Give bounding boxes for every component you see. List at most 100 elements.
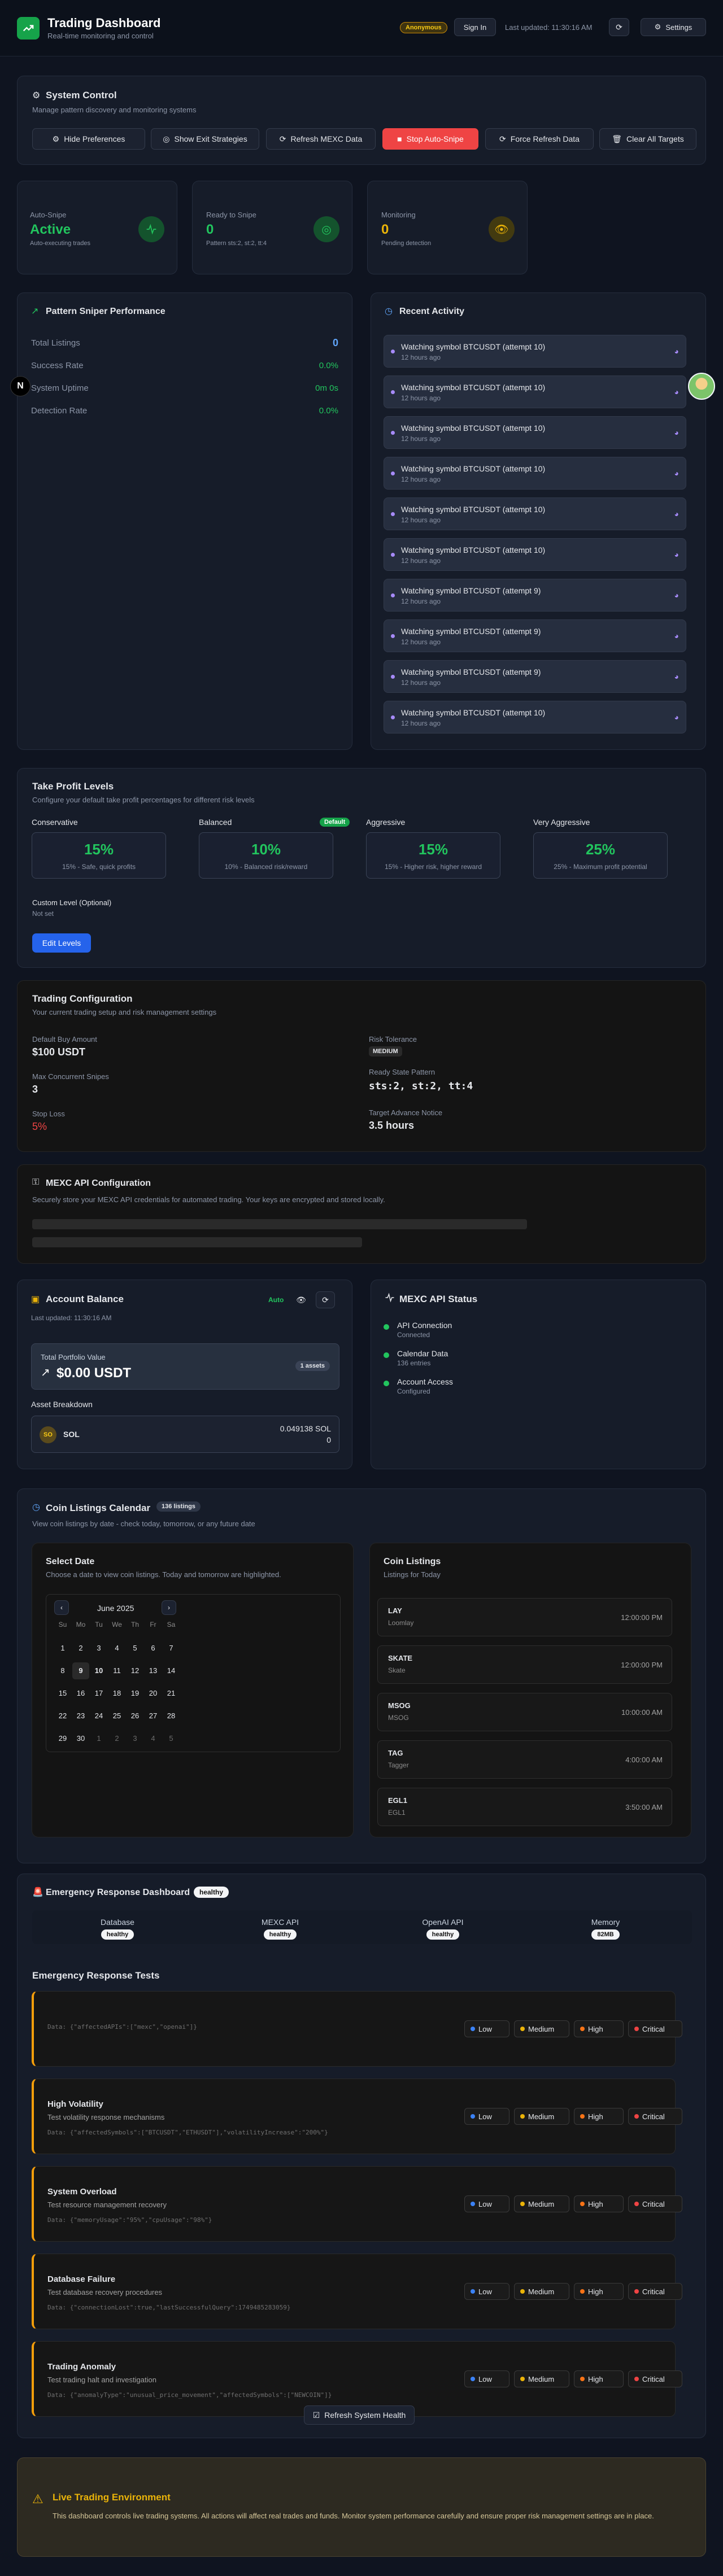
severity-high-button[interactable]: High	[574, 2370, 624, 2387]
severity-medium-button[interactable]: Medium	[514, 2370, 569, 2387]
calendar-day[interactable]: 28	[163, 1708, 180, 1724]
calendar-day[interactable]: 4	[108, 1640, 125, 1657]
calendar-day[interactable]: 23	[72, 1708, 89, 1724]
severity-low-button[interactable]: Low	[464, 2020, 509, 2037]
tp-level-balanced[interactable]: 10% 10% - Balanced risk/reward	[199, 832, 333, 879]
severity-dot	[634, 2377, 639, 2381]
coin-listing-item[interactable]: TAG Tagger 4:00:00 AM	[377, 1740, 672, 1779]
calendar-day[interactable]: 7	[163, 1640, 180, 1657]
calendar-day[interactable]: 5	[163, 1730, 180, 1747]
calendar-day[interactable]: 29	[54, 1730, 71, 1747]
test-data: Data: {"anomalyType":"unusual_price_move…	[47, 2391, 332, 2399]
severity-label: Low	[478, 2287, 492, 2296]
tp-level-aggressive[interactable]: 15% 15% - Higher risk, higher reward	[366, 832, 500, 879]
calendar-day[interactable]: 12	[127, 1662, 143, 1679]
avatar[interactable]	[688, 373, 715, 400]
severity-high-button[interactable]: High	[574, 2108, 624, 2125]
warning-text: This dashboard controls live trading sys…	[53, 2512, 654, 2520]
calendar-day[interactable]: 30	[72, 1730, 89, 1747]
calendar-day[interactable]: 6	[145, 1640, 162, 1657]
calendar-day[interactable]: 14	[163, 1662, 180, 1679]
asset-row-sol[interactable]: SO SOL 0.049138 SOL 0	[31, 1416, 339, 1453]
eye-toggle-button[interactable]: 👁	[292, 1291, 310, 1308]
settings-button[interactable]: ⚙ Settings	[641, 18, 706, 36]
stop-auto-snipe-button[interactable]: ■ Stop Auto-Snipe	[382, 128, 478, 150]
refresh-health-button[interactable]: ☑ Refresh System Health	[304, 2405, 415, 2425]
key-icon: ⚿	[32, 1177, 40, 1187]
calendar-day[interactable]: 20	[145, 1685, 162, 1702]
coin-listing-item[interactable]: MSOG MSOG 10:00:00 AM	[377, 1693, 672, 1731]
severity-critical-button[interactable]: Critical	[628, 2283, 682, 2300]
severity-dot	[520, 2377, 525, 2381]
show-exit-strategies-button[interactable]: ◎ Show Exit Strategies	[151, 128, 259, 150]
calendar-day[interactable]: 1	[54, 1640, 71, 1657]
calendar-day[interactable]: 17	[90, 1685, 107, 1702]
refresh-balance-button[interactable]: ⟳	[316, 1291, 335, 1308]
coin-listing-item[interactable]: EGL1 EGL1 3:50:00 AM	[377, 1788, 672, 1826]
calendar-day[interactable]: 16	[72, 1685, 89, 1702]
calendar-day[interactable]: 2	[72, 1640, 89, 1657]
severity-medium-button[interactable]: Medium	[514, 2195, 569, 2212]
listing-symbol: TAG	[388, 1749, 403, 1757]
clear-targets-button[interactable]: 🗑 Clear All Targets	[599, 128, 696, 150]
nextjs-dev-badge[interactable]: N	[10, 376, 31, 396]
calendar-day[interactable]: 24	[90, 1708, 107, 1724]
calendar-day[interactable]: 19	[127, 1685, 143, 1702]
edit-levels-button[interactable]: Edit Levels	[32, 933, 91, 953]
calendar-day[interactable]: 3	[90, 1640, 107, 1657]
coin-listing-item[interactable]: SKATE Skate 12:00:00 PM	[377, 1645, 672, 1684]
next-month-button[interactable]: ›	[162, 1600, 176, 1615]
prev-month-button[interactable]: ‹	[54, 1600, 69, 1615]
calendar-day[interactable]: 18	[108, 1685, 125, 1702]
severity-label: Low	[478, 2024, 492, 2033]
severity-dot	[520, 2289, 525, 2294]
calendar-day[interactable]: 25	[108, 1708, 125, 1724]
calendar-day[interactable]: 1	[90, 1730, 107, 1747]
signin-button[interactable]: Sign In	[454, 18, 496, 36]
calendar-day[interactable]: 22	[54, 1708, 71, 1724]
calendar-day[interactable]: 13	[145, 1662, 162, 1679]
severity-critical-button[interactable]: Critical	[628, 2370, 682, 2387]
severity-low-button[interactable]: Low	[464, 2283, 509, 2300]
coin-listing-item[interactable]: LAY Loomlay 12:00:00 PM	[377, 1598, 672, 1636]
severity-label: High	[588, 2199, 603, 2208]
tp-desc: 15% - Safe, quick profits	[62, 863, 136, 871]
bot-icon: ◕	[674, 469, 679, 478]
performance-card: ↗ Pattern Sniper Performance Total Listi…	[17, 292, 352, 750]
severity-critical-button[interactable]: Critical	[628, 2108, 682, 2125]
tp-level-conservative[interactable]: 15% 15% - Safe, quick profits	[32, 832, 166, 879]
calendar-day[interactable]: 5	[127, 1640, 143, 1657]
tp-level-very-aggressive[interactable]: 25% 25% - Maximum profit potential	[533, 832, 668, 879]
calendar-day[interactable]: 27	[145, 1708, 162, 1724]
test-title: System Overload	[47, 2187, 117, 2197]
refresh-button[interactable]: ⟳	[609, 18, 629, 36]
severity-medium-button[interactable]: Medium	[514, 2020, 569, 2037]
calendar-day[interactable]: 11	[108, 1662, 125, 1679]
calendar-day[interactable]: 10	[90, 1662, 107, 1679]
default-buy-label: Default Buy Amount	[32, 1035, 97, 1044]
calendar-day[interactable]: 9	[72, 1662, 89, 1679]
force-refresh-button[interactable]: ⟳ Force Refresh Data	[485, 128, 594, 150]
calendar-day[interactable]: 21	[163, 1685, 180, 1702]
calendar-day[interactable]: 15	[54, 1685, 71, 1702]
severity-critical-button[interactable]: Critical	[628, 2020, 682, 2037]
refresh-mexc-button[interactable]: ⟳ Refresh MEXC Data	[266, 128, 376, 150]
severity-medium-button[interactable]: Medium	[514, 2283, 569, 2300]
severity-critical-button[interactable]: Critical	[628, 2195, 682, 2212]
severity-high-button[interactable]: High	[574, 2283, 624, 2300]
calendar-day[interactable]: 2	[108, 1730, 125, 1747]
severity-high-button[interactable]: High	[574, 2195, 624, 2212]
hide-preferences-button[interactable]: ⚙ Hide Preferences	[32, 128, 145, 150]
calendar-day[interactable]: 4	[145, 1730, 162, 1747]
severity-low-button[interactable]: Low	[464, 2108, 509, 2125]
severity-high-button[interactable]: High	[574, 2020, 624, 2037]
calendar-day[interactable]: 8	[54, 1662, 71, 1679]
calendar-day[interactable]: 3	[127, 1730, 143, 1747]
perf-value: 0	[332, 337, 338, 348]
severity-medium-button[interactable]: Medium	[514, 2108, 569, 2125]
severity-low-button[interactable]: Low	[464, 2370, 509, 2387]
activity-time: 12 hours ago	[401, 394, 441, 402]
api-secret-skeleton	[32, 1237, 362, 1247]
calendar-day[interactable]: 26	[127, 1708, 143, 1724]
severity-low-button[interactable]: Low	[464, 2195, 509, 2212]
